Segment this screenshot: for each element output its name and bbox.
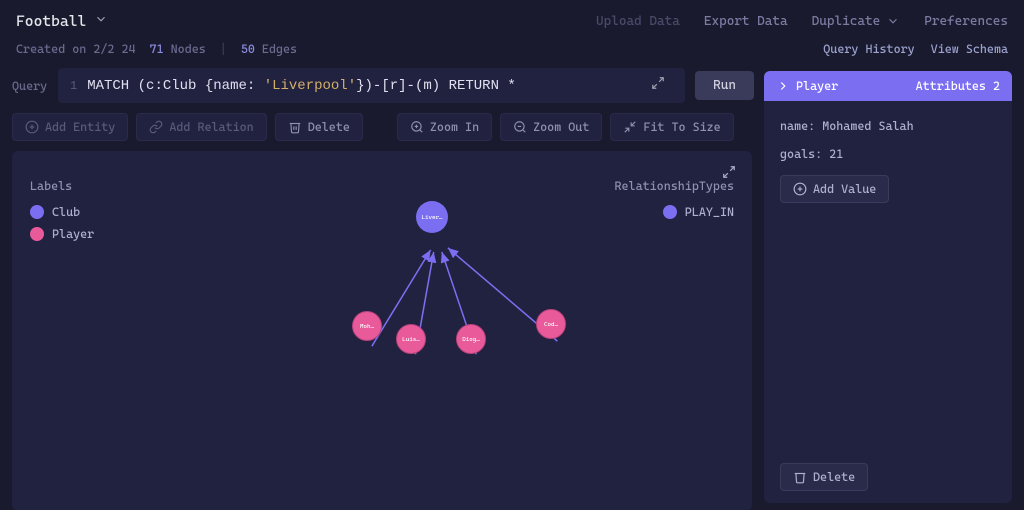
delete-button[interactable]: Delete [275,113,363,141]
relation-dot-icon [663,205,677,219]
query-history-link[interactable]: Query History [823,42,914,56]
player-dot-icon [30,227,44,241]
panel-delete-button[interactable]: Delete [780,463,868,491]
plus-circle-icon [25,120,39,134]
graph-node-player[interactable]: Moh… [352,311,382,341]
add-value-button[interactable]: Add Value [780,175,889,203]
zoom-out-button[interactable]: Zoom Out [500,113,602,141]
export-data-link[interactable]: Export Data [704,14,788,29]
plus-circle-icon [793,182,807,196]
graph-node-player[interactable]: Cod… [536,309,566,339]
panel-header[interactable]: Player Attributes 2 [764,71,1012,101]
query-label: Query [12,79,48,93]
trash-icon [288,120,302,134]
relationships-heading: RelationshipTypes [614,179,734,193]
trash-icon [793,470,807,484]
project-title: Football [16,12,86,30]
panel-title: Player [796,79,838,93]
created-label: Created on 2/2 24 [16,42,136,56]
chevron-right-icon [776,79,790,93]
graph-node-player[interactable]: Luis… [396,324,426,354]
labels-heading: Labels [30,179,94,193]
duplicate-label: Duplicate [812,14,881,29]
divider: | [220,42,227,56]
minimize-icon [623,120,637,134]
club-dot-icon [30,205,44,219]
run-button[interactable]: Run [695,71,754,100]
zoom-in-icon [410,120,424,134]
legend-club[interactable]: Club [30,205,94,219]
upload-data-link[interactable]: Upload Data [596,14,680,29]
graph-node-player[interactable]: Diog… [456,324,486,354]
query-code: MATCH (c:Club {name: 'Liverpool'})-[r]-(… [87,78,633,94]
query-input[interactable]: 1 MATCH (c:Club {name: 'Liverpool'})-[r]… [58,68,685,103]
zoom-in-button[interactable]: Zoom In [397,113,492,141]
fit-to-size-button[interactable]: Fit To Size [610,113,733,141]
add-entity-button[interactable]: Add Entity [12,113,128,141]
graph-node-club[interactable]: Liver… [416,201,448,233]
legend-player[interactable]: Player [30,227,94,241]
attributes-count: Attributes 2 [916,79,1000,93]
preferences-link[interactable]: Preferences [924,14,1008,29]
link-icon [149,120,163,134]
expand-icon[interactable] [643,76,673,95]
edges-count: 50 Edges [241,42,297,56]
project-title-wrap[interactable]: Football [16,12,108,30]
attributes-panel: Player Attributes 2 name: Mohamed Salah … [764,71,1012,503]
duplicate-link[interactable]: Duplicate [812,14,901,29]
line-number: 1 [70,79,77,93]
attribute-row: name: Mohamed Salah [780,119,996,133]
zoom-out-icon [513,120,527,134]
graph-canvas[interactable]: Labels Club Player RelationshipTypes PLA… [12,151,752,510]
chevron-down-icon [94,12,108,30]
view-schema-link[interactable]: View Schema [931,42,1008,56]
chevron-down-icon [886,14,900,28]
legend-playin[interactable]: PLAY_IN [614,205,734,219]
nodes-count: 71 Nodes [150,42,206,56]
add-relation-button[interactable]: Add Relation [136,113,266,141]
attribute-row: goals: 21 [780,147,996,161]
